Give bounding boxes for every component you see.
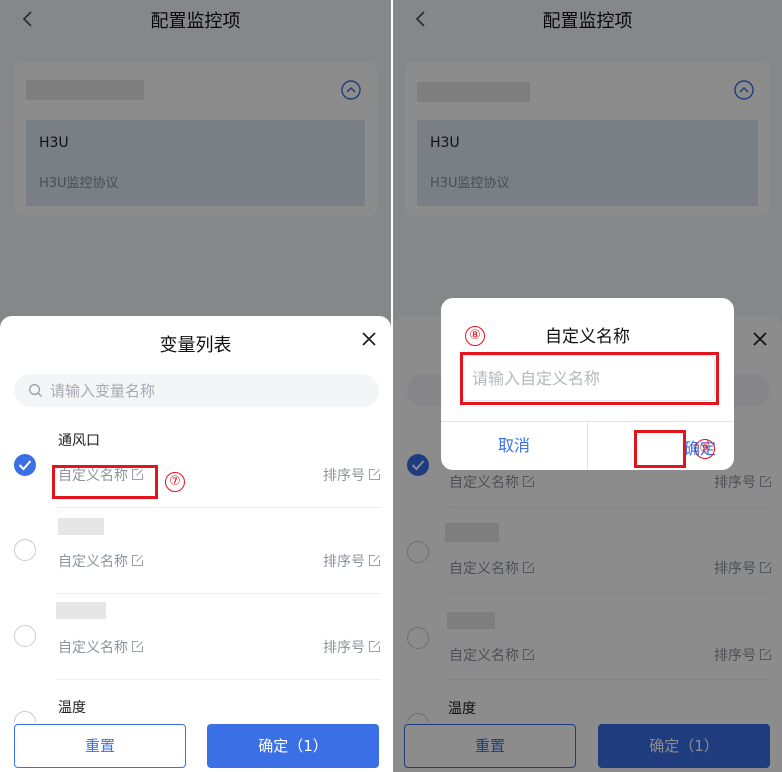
edit-icon <box>368 640 381 653</box>
custom-name-label: 自定义名称 <box>58 640 128 656</box>
reset-button[interactable]: 重置 <box>14 724 186 768</box>
radio-unchecked[interactable] <box>14 625 36 647</box>
redacted-variable-name <box>58 518 104 535</box>
custom-name-button[interactable]: 自定义名称 <box>58 551 144 571</box>
list-item[interactable]: 自定义名称 排序号 <box>0 508 391 594</box>
variable-name: 通风口 <box>58 433 100 449</box>
annotation-highlight-box <box>460 352 719 405</box>
screen-right: 配置监控项 H3U H3U监控协议 自定义名称 排序号 自定义名称 排序号 自定… <box>393 0 782 772</box>
sort-number-label: 排序号 <box>323 554 365 570</box>
search-input[interactable] <box>50 374 330 407</box>
radio-unchecked[interactable] <box>14 539 36 561</box>
screen-left: 配置监控项 H3U H3U监控协议 变量列表 通风口 自定义名称 <box>0 0 391 772</box>
annotation-marker: ⑧ <box>465 326 485 346</box>
close-icon[interactable] <box>361 331 377 347</box>
sheet-title: 变量列表 <box>159 335 232 356</box>
variable-name: 温度 <box>58 700 86 716</box>
sort-number-button[interactable]: 排序号 <box>323 551 381 571</box>
list-item[interactable]: 自定义名称 排序号 <box>0 594 391 680</box>
edit-icon <box>131 554 144 567</box>
divider <box>587 421 588 470</box>
search-icon <box>28 383 43 398</box>
annotation-highlight-box <box>52 465 158 499</box>
checkbox-checked[interactable] <box>14 454 36 476</box>
edit-icon <box>131 640 144 653</box>
confirm-button[interactable]: 确定（1） <box>207 724 379 768</box>
search-bar <box>14 374 379 407</box>
custom-name-button[interactable]: 自定义名称 <box>58 637 144 657</box>
sort-number-button[interactable]: 排序号 <box>323 465 381 485</box>
cancel-button[interactable]: 取消 <box>441 422 587 470</box>
edit-icon <box>368 554 381 567</box>
redacted-variable-name <box>56 602 106 619</box>
annotation-highlight-box <box>634 430 686 468</box>
edit-icon <box>368 468 381 481</box>
sort-number-label: 排序号 <box>323 468 365 484</box>
sort-number-button[interactable]: 排序号 <box>323 637 381 657</box>
sort-number-label: 排序号 <box>323 640 365 656</box>
custom-name-label: 自定义名称 <box>58 554 128 570</box>
annotation-marker: ⑨ <box>695 439 715 459</box>
sheet-footer: 重置 确定（1） <box>0 722 391 772</box>
annotation-marker: ⑦ <box>165 472 185 492</box>
variable-list-sheet: 变量列表 通风口 自定义名称 排序号 自定义名称 排序号 <box>0 316 391 772</box>
